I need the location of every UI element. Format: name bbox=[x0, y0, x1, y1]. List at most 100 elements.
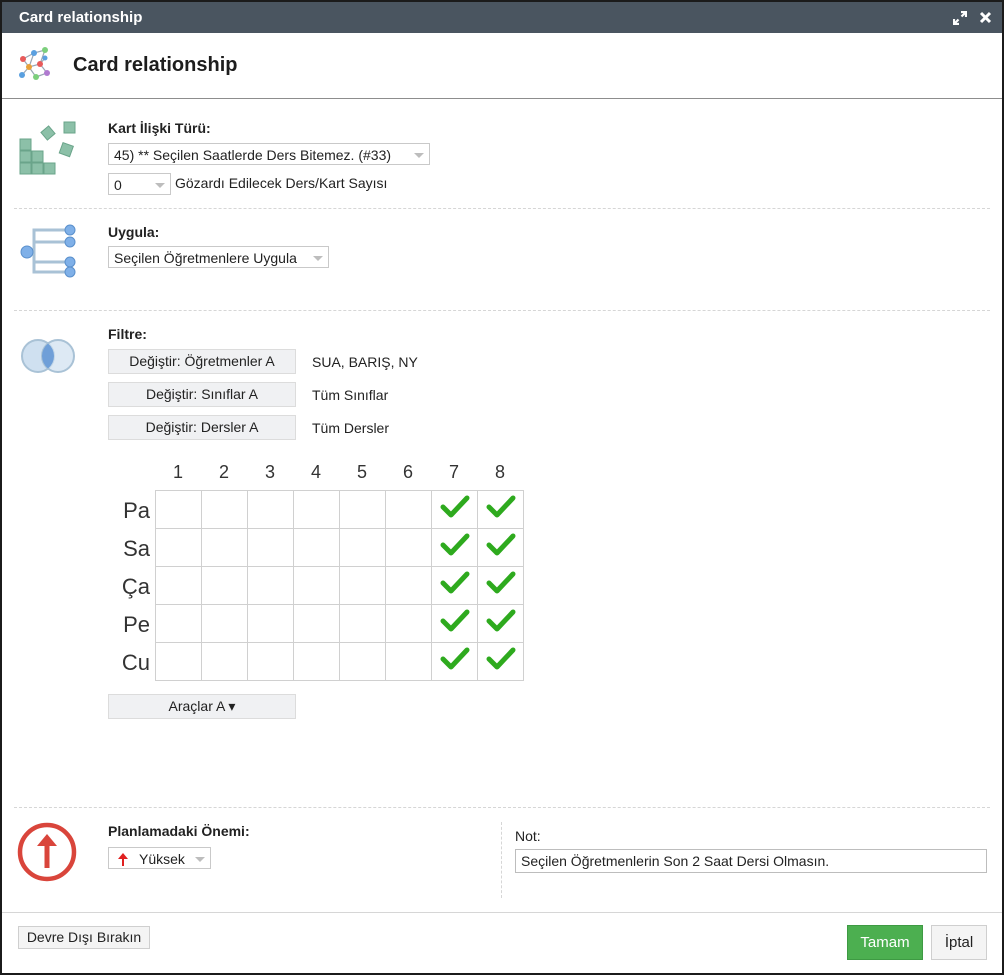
chevron-down-icon bbox=[155, 183, 165, 188]
window-title: Card relationship bbox=[19, 9, 143, 26]
close-icon[interactable] bbox=[979, 11, 992, 24]
timetable-cell[interactable] bbox=[201, 566, 248, 605]
relation-type-label: Kart İlişki Türü: bbox=[108, 120, 211, 136]
period-header: 4 bbox=[310, 462, 321, 482]
check-icon bbox=[440, 533, 470, 562]
apply-value: Seçilen Öğretmenlere Uygula bbox=[114, 250, 297, 266]
timetable-cell[interactable] bbox=[155, 642, 202, 681]
subjects-value: Tüm Dersler bbox=[312, 420, 390, 436]
card-relationship-dialog: Card relationship Card relationship Kart… bbox=[0, 0, 1004, 975]
period-header: 6 bbox=[402, 462, 413, 482]
timetable-cell[interactable] bbox=[339, 566, 386, 605]
disable-button[interactable]: Devre Dışı Bırakın bbox=[18, 926, 150, 949]
timetable-cell[interactable] bbox=[477, 642, 524, 681]
period-header: 2 bbox=[218, 462, 229, 482]
timetable-cell[interactable] bbox=[247, 642, 294, 681]
ok-button[interactable]: Tamam bbox=[847, 925, 923, 960]
check-icon bbox=[486, 609, 516, 638]
cancel-button[interactable]: İptal bbox=[931, 925, 987, 960]
up-arrow-circle-icon bbox=[16, 821, 78, 888]
chevron-down-icon bbox=[414, 153, 424, 158]
timetable-row bbox=[155, 528, 524, 567]
timetable-cell[interactable] bbox=[247, 490, 294, 529]
timetable-cell[interactable] bbox=[385, 490, 432, 529]
dialog-header: Card relationship bbox=[2, 33, 1002, 99]
period-header: 7 bbox=[448, 462, 459, 482]
timetable-cell[interactable] bbox=[339, 642, 386, 681]
timetable-cell[interactable] bbox=[431, 566, 478, 605]
timetable-cell[interactable] bbox=[155, 490, 202, 529]
timetable-cell[interactable] bbox=[339, 528, 386, 567]
timetable-cell[interactable] bbox=[293, 490, 340, 529]
timetable-cell[interactable] bbox=[247, 566, 294, 605]
timetable-cell[interactable] bbox=[247, 604, 294, 643]
tools-button[interactable]: Araçlar A ▾ bbox=[108, 694, 296, 719]
timetable-cell[interactable] bbox=[155, 528, 202, 567]
timetable-cell[interactable] bbox=[201, 642, 248, 681]
timetable-cell[interactable] bbox=[155, 566, 202, 605]
note-input[interactable] bbox=[515, 849, 987, 873]
check-icon bbox=[486, 533, 516, 562]
timetable-cell[interactable] bbox=[477, 604, 524, 643]
check-icon bbox=[440, 647, 470, 676]
timetable-cell[interactable] bbox=[385, 566, 432, 605]
timetable-row bbox=[155, 566, 524, 605]
timetable-cell[interactable] bbox=[431, 642, 478, 681]
timetable-cell[interactable] bbox=[339, 604, 386, 643]
timetable-row bbox=[155, 604, 524, 643]
timetable-cell[interactable] bbox=[155, 604, 202, 643]
timetable-cell[interactable] bbox=[385, 528, 432, 567]
importance-label: Planlamadaki Önemi: bbox=[108, 823, 250, 839]
period-header: 8 bbox=[494, 462, 505, 482]
timetable-cell[interactable] bbox=[293, 566, 340, 605]
section-divider bbox=[14, 807, 990, 808]
change-teachers-button[interactable]: Değiştir: Öğretmenler A bbox=[108, 349, 296, 374]
ignore-count-select[interactable]: 0 bbox=[108, 173, 171, 195]
change-classes-button[interactable]: Değiştir: Sınıflar A bbox=[108, 382, 296, 407]
red-up-arrow-icon bbox=[117, 851, 129, 868]
relation-type-value: 45) ** Seçilen Saatlerde Ders Bitemez. (… bbox=[114, 147, 392, 163]
check-icon bbox=[440, 571, 470, 600]
title-bar[interactable]: Card relationship bbox=[2, 2, 1002, 33]
timetable-cell[interactable] bbox=[477, 528, 524, 567]
check-icon bbox=[440, 609, 470, 638]
timetable-cell[interactable] bbox=[385, 642, 432, 681]
timetable-cell[interactable] bbox=[385, 604, 432, 643]
apply-label: Uygula: bbox=[108, 224, 160, 240]
dialog-footer bbox=[2, 912, 1002, 913]
apply-select[interactable]: Seçilen Öğretmenlere Uygula bbox=[108, 246, 329, 268]
section-divider bbox=[14, 208, 990, 209]
timetable-cell[interactable] bbox=[201, 490, 248, 529]
change-subjects-button[interactable]: Değiştir: Dersler A bbox=[108, 415, 296, 440]
timetable-cell[interactable] bbox=[293, 528, 340, 567]
timetable-cell[interactable] bbox=[293, 642, 340, 681]
timetable-cell[interactable] bbox=[431, 490, 478, 529]
period-header: 5 bbox=[356, 462, 367, 482]
day-header: Pa bbox=[123, 498, 150, 523]
timetable-cell[interactable] bbox=[247, 528, 294, 567]
timetable-cell[interactable] bbox=[431, 604, 478, 643]
section-divider bbox=[14, 310, 990, 311]
timetable-cell[interactable] bbox=[477, 490, 524, 529]
check-icon bbox=[486, 495, 516, 524]
day-header: Pe bbox=[123, 612, 150, 637]
timetable-cell[interactable] bbox=[201, 604, 248, 643]
page-title: Card relationship bbox=[73, 54, 238, 76]
timetable-cell[interactable] bbox=[339, 490, 386, 529]
period-header: 3 bbox=[264, 462, 275, 482]
period-header: 1 bbox=[172, 462, 183, 482]
timetable-cell[interactable] bbox=[201, 528, 248, 567]
blocks-icon bbox=[18, 119, 78, 182]
venn-icon bbox=[16, 336, 80, 381]
timetable-cell[interactable] bbox=[431, 528, 478, 567]
day-header: Ça bbox=[121, 574, 150, 599]
ignore-count-label: Gözardı Edilecek Ders/Kart Sayısı bbox=[175, 175, 388, 191]
timetable-cell[interactable] bbox=[293, 604, 340, 643]
expand-icon[interactable] bbox=[953, 10, 967, 25]
filter-label: Filtre: bbox=[108, 326, 147, 342]
note-label: Not: bbox=[515, 828, 541, 844]
importance-select[interactable]: Yüksek bbox=[108, 847, 211, 869]
timetable-cell[interactable] bbox=[477, 566, 524, 605]
check-icon bbox=[486, 571, 516, 600]
relation-type-select[interactable]: 45) ** Seçilen Saatlerde Ders Bitemez. (… bbox=[108, 143, 430, 165]
